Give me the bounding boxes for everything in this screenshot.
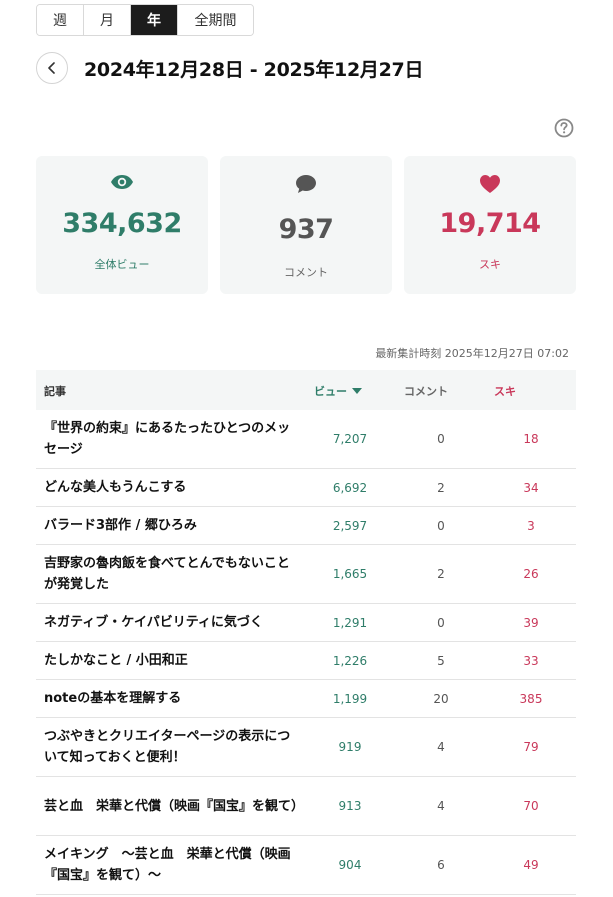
comments-cell: 0: [437, 615, 445, 630]
comments-cell: 0: [437, 518, 445, 533]
article-title-link[interactable]: どんな美人もうんこする: [36, 477, 301, 498]
likes-card: 19,714 スキ: [404, 156, 576, 294]
table-row[interactable]: どんな美人もうんこする 6,692 2 34: [36, 469, 576, 507]
comments-cell: 4: [437, 799, 445, 813]
table-row[interactable]: バラード3部作 / 郷ひろみ 2,597 0 3: [36, 507, 576, 545]
table-row[interactable]: 芸と血 栄華と代償（映画『国宝』を観て） 913 4 70: [36, 777, 576, 836]
article-title-link[interactable]: つぶやきとクリエイターページの表示について知っておくと便利！: [36, 726, 301, 768]
likes-cell: 49: [523, 858, 539, 872]
likes-cell: 34: [523, 480, 539, 495]
previous-period-button[interactable]: [36, 52, 68, 84]
total-comments-label: コメント: [284, 266, 328, 279]
article-title-link[interactable]: たしかなこと / 小田和正: [36, 650, 301, 671]
views-cell: 7,207: [332, 432, 368, 446]
speech-bubble-icon: [296, 175, 316, 193]
views-card: 334,632 全体ビュー: [36, 156, 208, 294]
article-title-link[interactable]: ネガティブ・ケイパビリティに気づく: [36, 612, 301, 633]
article-title-link[interactable]: メイキング 〜芸と血 栄華と代償（映画『国宝』を観て）〜: [36, 844, 301, 886]
last-updated-text: 最新集計時刻 2025年12月27日 07:02: [375, 347, 569, 360]
table-header: 記事 ビュー コメント スキ: [36, 370, 576, 410]
comments-cell: 20: [433, 691, 449, 706]
views-cell: 1,291: [332, 615, 368, 630]
article-title-link[interactable]: 吉野家の魯肉飯を食べてとんでもないことが発覚した: [36, 553, 301, 595]
likes-cell: 385: [519, 691, 543, 706]
column-views-sort[interactable]: ビュー: [314, 383, 362, 399]
tab-year[interactable]: 年: [131, 5, 178, 35]
total-views-label: 全体ビュー: [94, 258, 150, 271]
column-article: 記事: [44, 385, 66, 398]
summary-cards: 334,632 全体ビュー 937 コメント 19,714 スキ: [36, 156, 576, 294]
total-comments-value: 937: [278, 214, 334, 245]
table-row[interactable]: メイキング 〜芸と血 栄華と代償（映画『国宝』を観て）〜 904 6 49: [36, 836, 576, 895]
comments-cell: 2: [437, 567, 445, 581]
eye-icon: [111, 175, 133, 189]
likes-cell: 18: [523, 432, 539, 446]
sort-desc-icon: [352, 388, 362, 394]
table-row[interactable]: ネガティブ・ケイパビリティに気づく 1,291 0 39: [36, 604, 576, 642]
table-body: 『世界の約束』にあるたったひとつのメッセージ 7,207 0 18 どんな美人もうんこす…: [36, 410, 576, 895]
views-cell: 1,199: [332, 691, 368, 706]
tab-week[interactable]: 週: [37, 5, 84, 35]
total-likes-value: 19,714: [439, 208, 541, 239]
comments-card: 937 コメント: [220, 156, 392, 294]
help-icon[interactable]: [554, 118, 574, 138]
article-title-link[interactable]: バラード3部作 / 郷ひろみ: [36, 515, 301, 536]
column-likes-sort[interactable]: スキ: [494, 383, 516, 399]
table-row[interactable]: つぶやきとクリエイターページの表示について知っておくと便利！ 919 4 79: [36, 718, 576, 777]
views-cell: 1,226: [332, 653, 368, 668]
likes-cell: 70: [523, 799, 539, 813]
views-cell: 6,692: [332, 480, 368, 495]
views-cell: 904: [338, 858, 362, 872]
likes-cell: 3: [527, 518, 535, 533]
likes-cell: 26: [523, 567, 539, 581]
column-views-label: ビュー: [314, 385, 347, 398]
article-title-link[interactable]: 芸と血 栄華と代償（映画『国宝』を観て）: [36, 796, 304, 817]
table-row[interactable]: たしかなこと / 小田和正 1,226 5 33: [36, 642, 576, 680]
tab-month[interactable]: 月: [84, 5, 131, 35]
likes-cell: 79: [523, 740, 539, 754]
article-title-link[interactable]: noteの基本を理解する: [36, 688, 301, 709]
date-range-title: 2024年12月28日 - 2025年12月27日: [84, 59, 424, 81]
likes-cell: 33: [523, 653, 539, 668]
tab-all-time[interactable]: 全期間: [178, 5, 253, 35]
total-views-value: 334,632: [62, 208, 182, 239]
period-tabs: 週 月 年 全期間: [36, 4, 254, 36]
views-cell: 1,665: [332, 567, 368, 581]
comments-cell: 4: [437, 740, 445, 754]
column-comments-sort[interactable]: コメント: [404, 383, 448, 399]
views-cell: 919: [338, 740, 362, 754]
chevron-left-icon: [48, 62, 55, 74]
table-row[interactable]: 『世界の約束』にあるたったひとつのメッセージ 7,207 0 18: [36, 410, 576, 469]
article-title-link[interactable]: 『世界の約束』にあるたったひとつのメッセージ: [36, 418, 301, 460]
comments-cell: 6: [437, 858, 445, 872]
comments-cell: 2: [437, 480, 445, 495]
likes-cell: 39: [523, 615, 539, 630]
comments-cell: 0: [437, 432, 445, 446]
table-row[interactable]: noteの基本を理解する 1,199 20 385: [36, 680, 576, 718]
total-likes-label: スキ: [479, 258, 501, 271]
views-cell: 2,597: [332, 518, 368, 533]
heart-icon: [480, 175, 500, 193]
table-row[interactable]: 吉野家の魯肉飯を食べてとんでもないことが発覚した 1,665 2 26: [36, 545, 576, 604]
comments-cell: 5: [437, 653, 445, 668]
article-stats-table: 記事 ビュー コメント スキ 『世界の約束』にあるたったひとつのメッセージ 7,2…: [36, 370, 576, 895]
views-cell: 913: [338, 799, 362, 813]
